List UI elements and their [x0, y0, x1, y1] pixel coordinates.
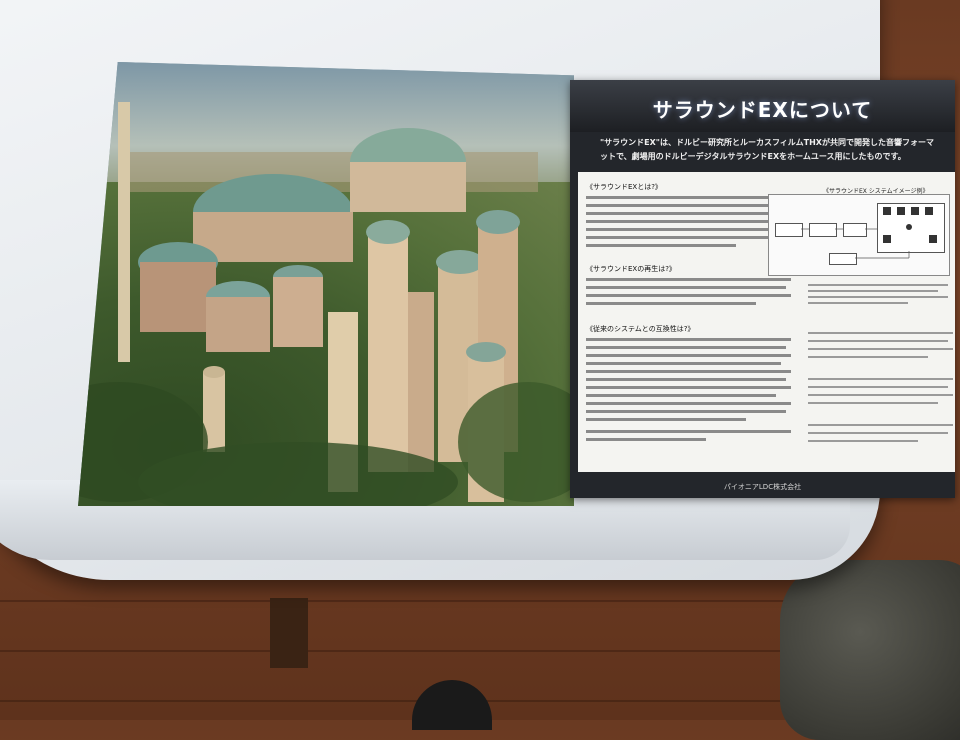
body-text-block — [586, 338, 791, 441]
title-banner: サラウンドEXについて — [570, 80, 955, 132]
shoe — [412, 680, 492, 730]
body-text-block — [586, 278, 791, 305]
palace-illustration-page — [78, 62, 574, 506]
table-leg — [270, 598, 308, 668]
notes-column — [808, 332, 953, 442]
info-panel: 《サラウンドEXとは?》 《サラウンドEXの再生は?》 《従来のシステムとの互換… — [578, 172, 955, 472]
section-heading-compatibility: 《従来のシステムとの互換性は?》 — [586, 325, 695, 333]
backpack — [780, 560, 960, 740]
intro-text: "サラウンドEX"は、ドルビー研究所とルーカスフィルムTHXが共同で開発した音響… — [600, 138, 934, 161]
surround-ex-info-page: サラウンドEXについて "サラウンドEX"は、ドルビー研究所とルーカスフィルムT… — [570, 80, 955, 498]
section-heading-what-is: 《サラウンドEXとは?》 — [586, 183, 662, 191]
body-text-block — [586, 196, 791, 247]
page-title: サラウンドEXについて — [652, 98, 873, 122]
system-diagram — [768, 194, 950, 276]
diagram-legend — [808, 284, 948, 304]
palace-illustration — [78, 102, 574, 506]
publisher-credit: パイオニアLDC株式会社 — [723, 483, 802, 491]
